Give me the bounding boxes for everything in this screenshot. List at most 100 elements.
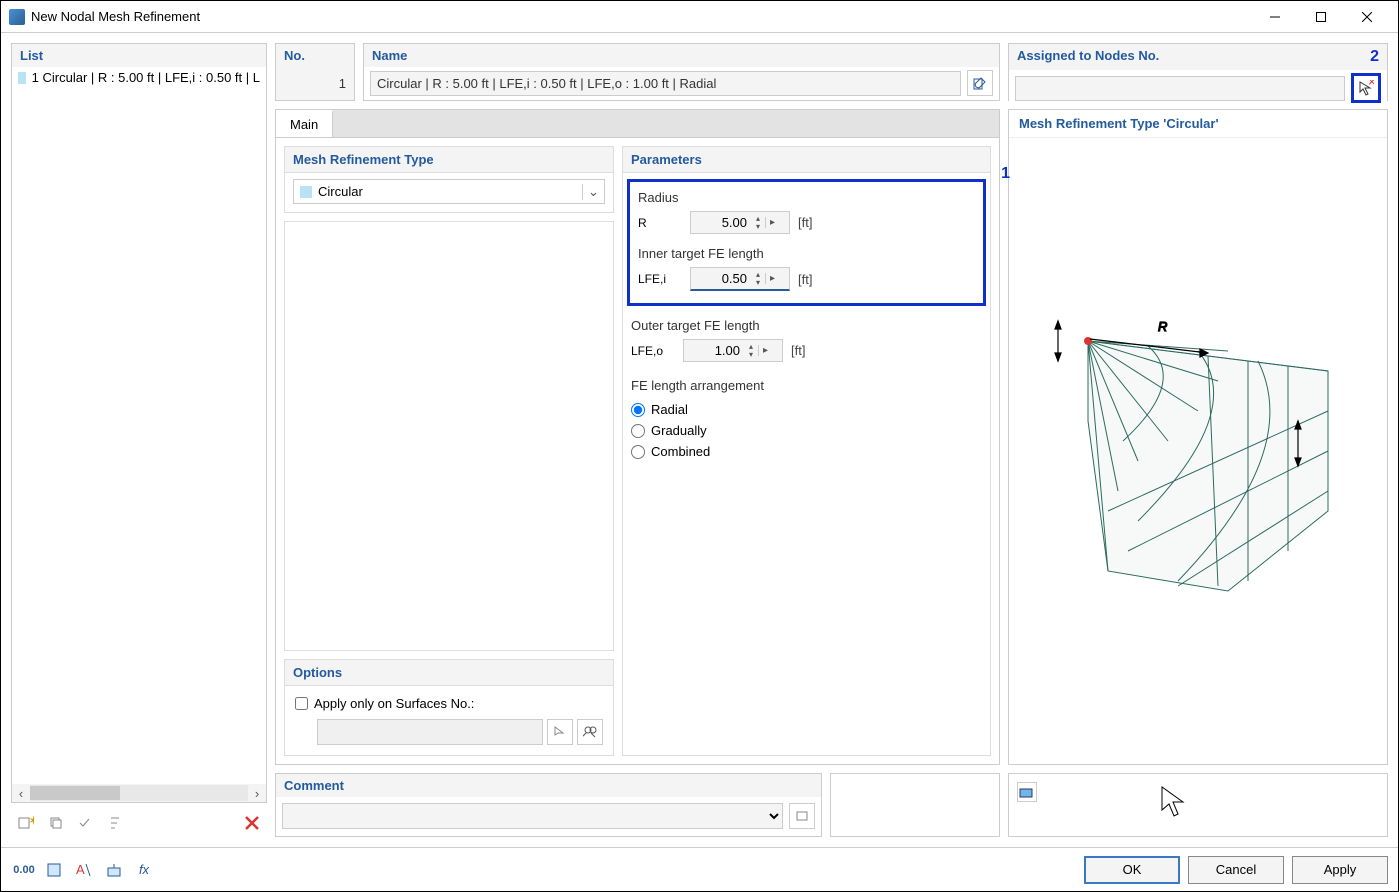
- type-header: Mesh Refinement Type: [285, 147, 613, 173]
- type-section: Mesh Refinement Type Circular ⌄: [284, 146, 614, 213]
- callout-1: 1: [1001, 165, 1010, 183]
- tab-main[interactable]: Main: [276, 110, 333, 137]
- tabs: Main: [275, 109, 1000, 137]
- inner-spinner[interactable]: ▴▾: [751, 271, 765, 287]
- surfaces-input[interactable]: [317, 719, 543, 745]
- close-button[interactable]: [1344, 2, 1390, 32]
- list-header: List: [12, 44, 266, 67]
- list-scrollbar[interactable]: ‹ ›: [12, 784, 266, 802]
- ok-button[interactable]: OK: [1084, 856, 1180, 884]
- copy-item-button[interactable]: [43, 811, 69, 835]
- parameters-panel: Parameters 1 Radius R: [622, 146, 991, 756]
- type-swatch: [300, 186, 312, 198]
- options-panel: Options Apply only on Surfaces No.:: [284, 659, 614, 756]
- minimize-button[interactable]: [1252, 2, 1298, 32]
- comment-preview: [830, 773, 1000, 837]
- preview-panel: Mesh Refinement Type 'Circular': [1008, 109, 1388, 765]
- check-button[interactable]: [73, 811, 99, 835]
- no-input[interactable]: [276, 67, 354, 100]
- list-toolbar: ✶: [11, 809, 267, 837]
- radio-radial[interactable]: [631, 403, 645, 417]
- no-header: No.: [276, 44, 354, 67]
- preview-canvas: R: [1009, 138, 1387, 764]
- inner-label: Inner target FE length: [638, 246, 975, 261]
- preview-header: Mesh Refinement Type 'Circular': [1009, 110, 1387, 138]
- svg-text:×: ×: [1368, 80, 1374, 89]
- preview-toolbar: [1008, 773, 1388, 837]
- outer-symbol: LFE,o: [631, 344, 675, 358]
- pick-nodes-button[interactable]: ×: [1351, 73, 1381, 103]
- units-button[interactable]: 0.00: [11, 858, 37, 882]
- arrangement-label: FE length arrangement: [623, 378, 990, 393]
- callout-2: 2: [1370, 48, 1379, 66]
- view1-button[interactable]: [41, 858, 67, 882]
- comment-header: Comment: [276, 774, 821, 797]
- radio-gradually-label: Gradually: [651, 423, 707, 438]
- footer: 0.00 A fx OK Cancel Apply: [1, 847, 1398, 891]
- pick-surfaces-button[interactable]: [547, 719, 573, 745]
- type-combo[interactable]: Circular ⌄: [293, 179, 605, 204]
- edit-name-button[interactable]: [967, 70, 993, 96]
- radio-combined-label: Combined: [651, 444, 710, 459]
- no-panel: No.: [275, 43, 355, 101]
- outer-unit: [ft]: [791, 343, 805, 358]
- parameters-header: Parameters: [631, 152, 702, 167]
- assigned-header: Assigned to Nodes No.: [1017, 48, 1159, 66]
- inner-symbol: LFE,i: [638, 272, 682, 286]
- svg-text:✶: ✶: [28, 815, 34, 828]
- find-surfaces-button[interactable]: [577, 719, 603, 745]
- apply-surfaces-label: Apply only on Surfaces No.:: [314, 696, 474, 711]
- sort-button[interactable]: [103, 811, 129, 835]
- chevron-down-icon: ⌄: [582, 184, 604, 200]
- preview-tool-button[interactable]: [1017, 782, 1037, 802]
- item-color-swatch: [18, 72, 26, 84]
- name-header: Name: [364, 44, 999, 67]
- type-value: Circular: [318, 180, 582, 203]
- apply-button[interactable]: Apply: [1292, 856, 1388, 884]
- fx-button[interactable]: fx: [131, 858, 157, 882]
- list-panel: List 1 Circular | R : 5.00 ft | LFE,i : …: [11, 43, 267, 803]
- outer-more[interactable]: ▸: [758, 345, 772, 356]
- apply-surfaces-checkbox[interactable]: [295, 697, 308, 710]
- list-item[interactable]: 1 Circular | R : 5.00 ft | LFE,i : 0.50 …: [12, 67, 266, 88]
- view2-button[interactable]: A: [71, 858, 97, 882]
- inner-input[interactable]: [691, 268, 751, 289]
- inner-more[interactable]: ▸: [765, 273, 779, 284]
- outer-label: Outer target FE length: [631, 318, 982, 333]
- delete-button[interactable]: [239, 811, 265, 835]
- comment-panel: Comment: [275, 773, 822, 837]
- parameters-highlight: Radius R ▴▾ ▸ [ft]: [627, 179, 986, 306]
- new-item-button[interactable]: ✶: [13, 811, 39, 835]
- radius-more[interactable]: ▸: [765, 217, 779, 228]
- name-input[interactable]: [370, 71, 961, 96]
- cancel-button[interactable]: Cancel: [1188, 856, 1284, 884]
- assigned-panel: Assigned to Nodes No. 2 ×: [1008, 43, 1388, 101]
- radio-combined[interactable]: [631, 445, 645, 459]
- comment-attach-button[interactable]: [789, 803, 815, 829]
- assigned-input[interactable]: [1015, 76, 1345, 101]
- cursor-icon: [1159, 784, 1187, 818]
- mesh-diagram-icon: R: [1028, 291, 1368, 611]
- svg-text:A: A: [76, 862, 85, 877]
- outer-input[interactable]: [684, 340, 744, 361]
- app-icon: [9, 9, 25, 25]
- comment-combo[interactable]: [282, 803, 783, 829]
- maximize-button[interactable]: [1298, 2, 1344, 32]
- inner-unit: [ft]: [798, 272, 812, 287]
- radius-unit: [ft]: [798, 215, 812, 230]
- scroll-right-icon[interactable]: ›: [248, 784, 266, 802]
- window-title: New Nodal Mesh Refinement: [31, 9, 1252, 24]
- outer-spinner[interactable]: ▴▾: [744, 343, 758, 359]
- titlebar: New Nodal Mesh Refinement: [1, 1, 1398, 33]
- view3-button[interactable]: [101, 858, 127, 882]
- radius-spinner[interactable]: ▴▾: [751, 215, 765, 231]
- name-panel: Name: [363, 43, 1000, 101]
- radius-input[interactable]: [691, 212, 751, 233]
- list-item-label: 1 Circular | R : 5.00 ft | LFE,i : 0.50 …: [32, 70, 260, 85]
- options-header: Options: [285, 660, 613, 686]
- radio-gradually[interactable]: [631, 424, 645, 438]
- scroll-thumb[interactable]: [30, 786, 120, 800]
- radio-radial-label: Radial: [651, 402, 688, 417]
- scroll-left-icon[interactable]: ‹: [12, 784, 30, 802]
- list-body[interactable]: 1 Circular | R : 5.00 ft | LFE,i : 0.50 …: [12, 67, 266, 802]
